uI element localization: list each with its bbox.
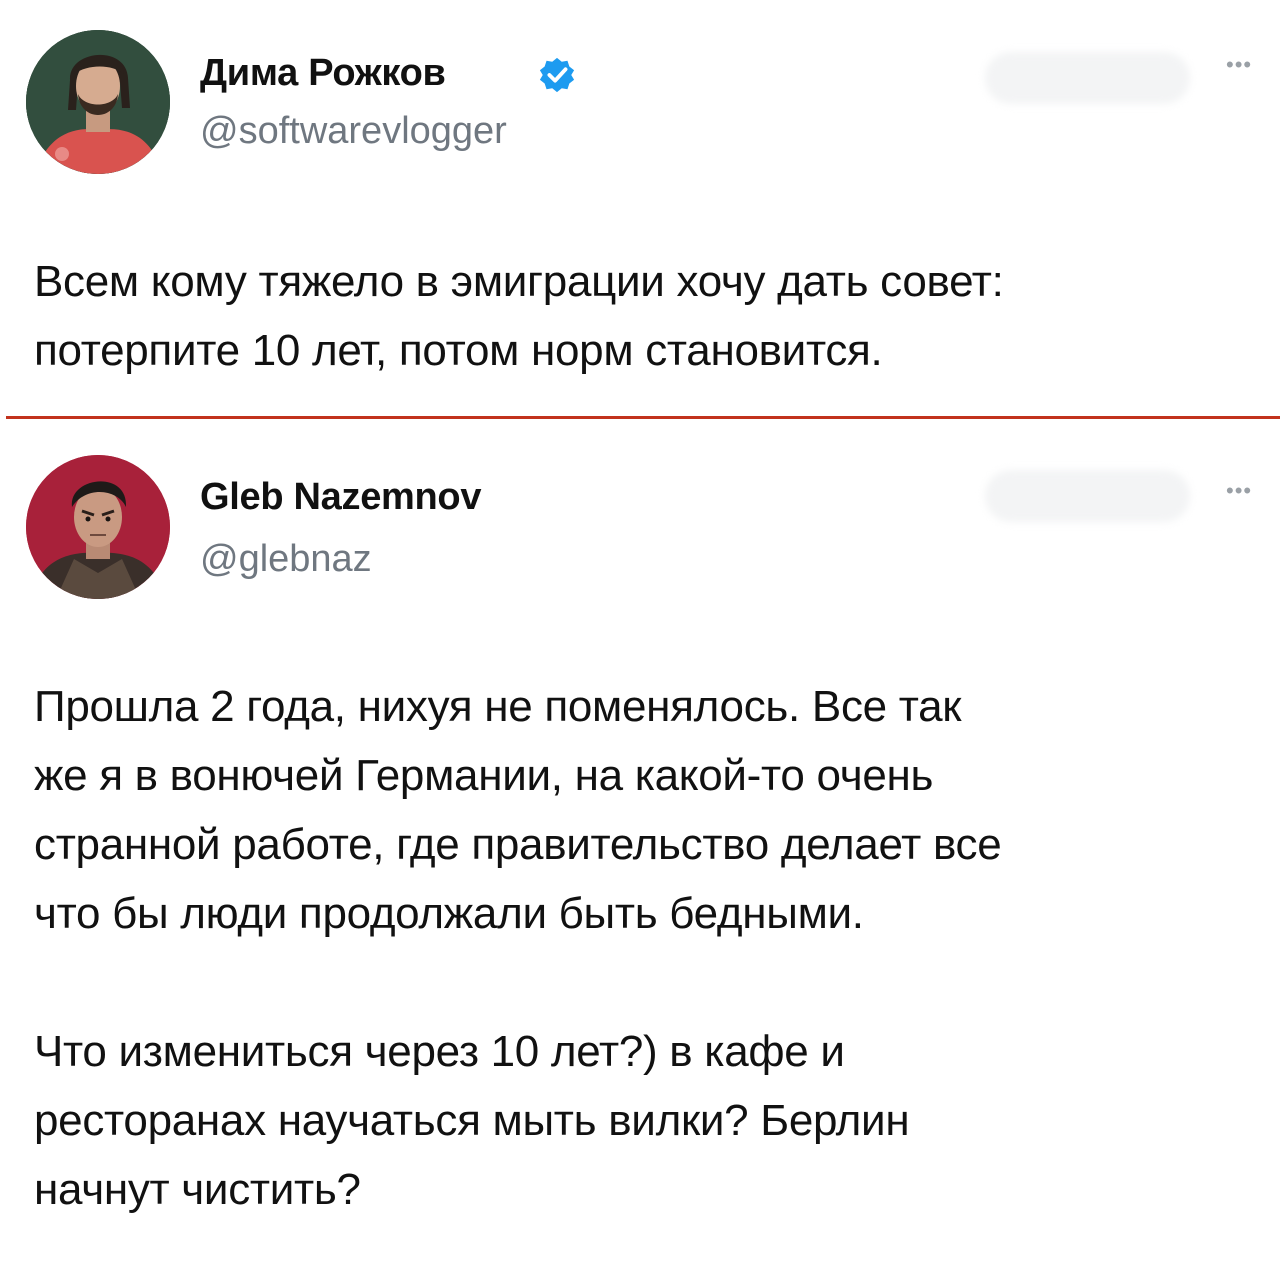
tweet-text-line: что бы люди продолжали быть бедными. [34,889,864,938]
author-handle[interactable]: @softwarevlogger [200,110,507,153]
divider [6,416,1280,419]
redacted-follow-area [985,470,1190,522]
tweet-text-line: потерпите 10 лет, потом норм становится. [34,326,883,375]
tweet-text: Всем кому тяжело в эмиграции хочу дать с… [34,247,1269,385]
tweet-text-line: начнут чистить? [34,1165,361,1214]
verified-badge-icon [539,57,575,93]
tweet-text: Прошла 2 года, нихуя не поменялось. Все … [34,672,1269,1224]
tweet-text-line: Всем кому тяжело в эмиграции хочу дать с… [34,257,1004,306]
tweet-text-line: Прошла 2 года, нихуя не поменялось. Все … [34,682,962,731]
tweet-text-line: же я в вонючей Германии, на какой-то оче… [34,751,934,800]
tweet-paragraph: Прошла 2 года, нихуя не поменялось. Все … [34,672,1269,948]
author-name[interactable]: Gleb Nazemnov [200,476,481,519]
tweet-card: Дима Рожков @softwarevlogger ••• Всем ко… [0,0,1280,418]
redacted-follow-area [985,52,1190,104]
avatar[interactable] [26,455,170,599]
tweet-paragraph: Что измениться через 10 лет?) в кафе и р… [34,1017,1269,1224]
author-handle[interactable]: @glebnaz [200,538,372,581]
tweet-text-line: странной работе, где правительство делае… [34,820,1002,869]
tweet-text-line: Что измениться через 10 лет?) в кафе и [34,1027,845,1076]
more-horizontal-icon[interactable]: ••• [1226,52,1252,78]
avatar[interactable] [26,30,170,174]
tweet-text-line: ресторанах научаться мыть вилки? Берлин [34,1096,910,1145]
author-name[interactable]: Дима Рожков [200,52,446,95]
more-horizontal-icon[interactable]: ••• [1226,478,1252,504]
